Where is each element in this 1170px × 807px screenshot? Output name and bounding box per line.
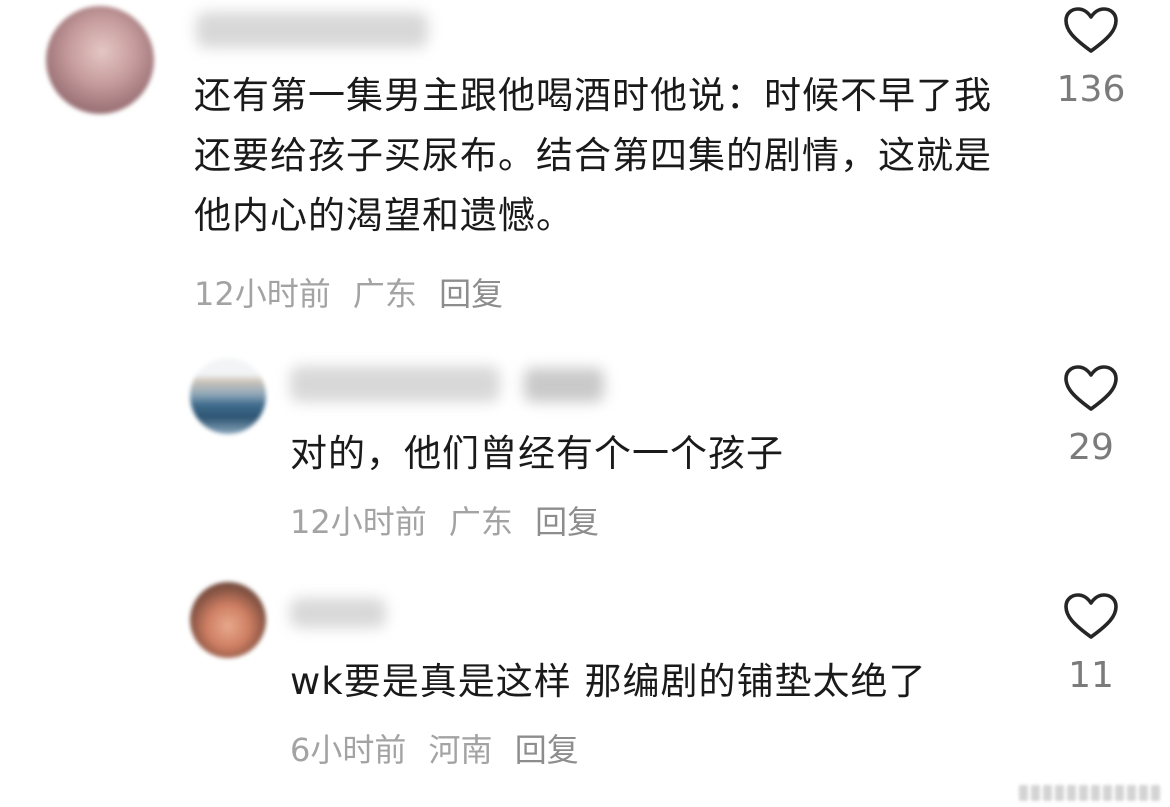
comment-time: 12小时前	[194, 275, 331, 313]
comment-list: 还有第一集男主跟他喝酒时他说：时候不早了我还要给孩子买尿布。结合第四集的剧情，这…	[0, 0, 1170, 807]
comment-location: 广东	[352, 275, 417, 313]
comment-time: 12小时前	[290, 503, 427, 541]
user-tag-blurred	[524, 368, 604, 402]
username-blurred[interactable]	[196, 12, 428, 48]
like-count: 29	[1068, 427, 1114, 468]
comment-location: 广东	[448, 503, 513, 541]
like-control[interactable]: 136	[1036, 6, 1146, 110]
like-count: 11	[1068, 655, 1114, 696]
heart-icon[interactable]	[1063, 592, 1119, 642]
avatar[interactable]	[190, 358, 266, 434]
reply-button[interactable]: 回复	[515, 731, 579, 769]
reply-button[interactable]: 回复	[439, 275, 503, 313]
username-blurred[interactable]	[290, 598, 386, 628]
heart-icon[interactable]	[1063, 6, 1119, 56]
comment-meta: 6小时前 河南 回复	[290, 730, 591, 770]
like-count: 136	[1056, 69, 1126, 110]
like-control[interactable]: 29	[1036, 364, 1146, 468]
avatar[interactable]	[190, 582, 266, 658]
like-control[interactable]: 11	[1036, 592, 1146, 696]
reply-button[interactable]: 回复	[535, 503, 599, 541]
avatar[interactable]	[46, 6, 154, 114]
comment-meta: 12小时前 广东 回复	[194, 274, 515, 314]
comment-time: 6小时前	[290, 731, 407, 769]
comment-text: 对的，他们曾经有个一个孩子	[290, 432, 784, 475]
comment-meta: 12小时前 广东 回复	[290, 502, 611, 542]
comment-text: wk要是真是这样 那编剧的铺垫太绝了	[290, 660, 927, 703]
comment-location: 河南	[428, 731, 493, 769]
username-blurred[interactable]	[290, 366, 500, 402]
heart-icon[interactable]	[1063, 364, 1119, 414]
watermark-logo	[1019, 783, 1160, 801]
comment-text: 还有第一集男主跟他喝酒时他说：时候不早了我还要给孩子买尿布。结合第四集的剧情，这…	[194, 74, 992, 237]
